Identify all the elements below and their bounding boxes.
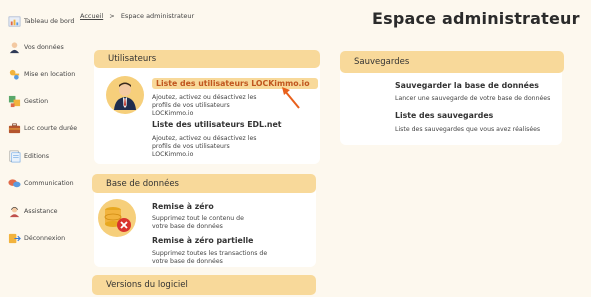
database-reset-icon [104,207,131,232]
backup-now-link[interactable]: Sauvegarder la base de données [395,81,539,90]
sidebar-item-mise-en-location[interactable]: Mise en location [8,68,75,81]
backups-card: Sauvegardes Sauvegarder la base de donné… [340,51,564,145]
sidebar-item-label: Déconnexion [24,235,66,242]
partial-reset-link[interactable]: Remise à zéro partielle [152,236,253,245]
users-card-header: Utilisateurs [94,50,320,68]
dashboard-icon [8,16,21,27]
database-card-header: Base de données [92,174,316,193]
sidebar-item-label: Tableau de bord [24,18,75,25]
partial-reset-desc: Supprimez toutes les transactions de vot… [152,250,268,265]
breadcrumb: Accueil > Espace administrateur [80,12,194,20]
versions-card-title: Versions du logiciel [106,280,188,290]
database-card: Base de données Remise à zéro Supprimez … [92,174,316,267]
versions-card: Versions du logiciel [92,275,316,297]
backups-card-title: Sauvegardes [354,57,410,67]
sidebar-item-label: Gestion [24,98,49,105]
businessman-icon [114,82,136,110]
chat-bubbles-icon [8,179,21,188]
sidebar-item-editions[interactable]: Editions [8,150,49,163]
sidebar-item-label: Mise en location [24,71,76,78]
breadcrumb-separator: > [109,12,115,20]
sidebar-item-deconnexion[interactable]: Déconnexion [8,232,65,245]
avatar [106,76,144,114]
page-title: Espace administrateur [372,9,580,28]
management-icon [8,95,21,108]
logout-icon [8,233,21,244]
sidebar-item-gestion[interactable]: Gestion [8,95,48,108]
users-lockimmo-desc: Ajoutez, activez ou désactivez les profi… [152,94,257,117]
backups-list-desc: Liste des sauvegardes que vous avez réal… [395,126,541,133]
support-agent-icon [9,206,20,218]
sidebar: Tableau de bord Vos données Mise en loca… [0,0,78,297]
users-card: Utilisateurs Liste des utilisateurs LOCK… [94,50,320,164]
breadcrumb-current: Espace administrateur [120,12,195,20]
database-card-title: Base de données [106,178,179,189]
versions-card-header: Versions du logiciel [92,275,316,295]
backup-now-desc: Lancer une sauvegarde de votre base de d… [395,95,551,102]
reset-illustration [98,199,136,237]
suitcase-icon [8,123,21,134]
sidebar-item-tableau-de-bord[interactable]: Tableau de bord [8,15,74,28]
arrow-icon [282,87,300,109]
backups-card-header: Sauvegardes [340,51,564,73]
sidebar-item-label: Communication [24,180,74,187]
sidebar-item-label: Editions [24,153,50,160]
sidebar-item-loc-courte-duree[interactable]: Loc courte durée [8,122,77,135]
user-data-icon [9,42,20,54]
backups-list-link[interactable]: Liste des sauvegardes [395,111,493,120]
users-edl-link[interactable]: Liste des utilisateurs EDL.net [152,120,282,129]
sidebar-item-vos-donnees[interactable]: Vos données [8,41,64,54]
users-edl-desc: Ajoutez, activez ou désactivez les profi… [152,135,257,158]
sidebar-item-assistance[interactable]: Assistance [8,205,58,218]
keys-icon [9,69,20,80]
sidebar-item-label: Vos données [24,44,64,51]
breadcrumb-home-link[interactable]: Accueil [80,12,103,20]
sidebar-item-communication[interactable]: Communication [8,177,74,190]
documents-icon [9,150,21,163]
sidebar-item-label: Loc courte durée [24,125,78,132]
sidebar-item-label: Assistance [24,208,58,215]
reset-desc: Supprimez tout le contenu de votre base … [152,215,244,230]
users-card-title: Utilisateurs [108,54,157,64]
reset-link[interactable]: Remise à zéro [152,202,214,211]
